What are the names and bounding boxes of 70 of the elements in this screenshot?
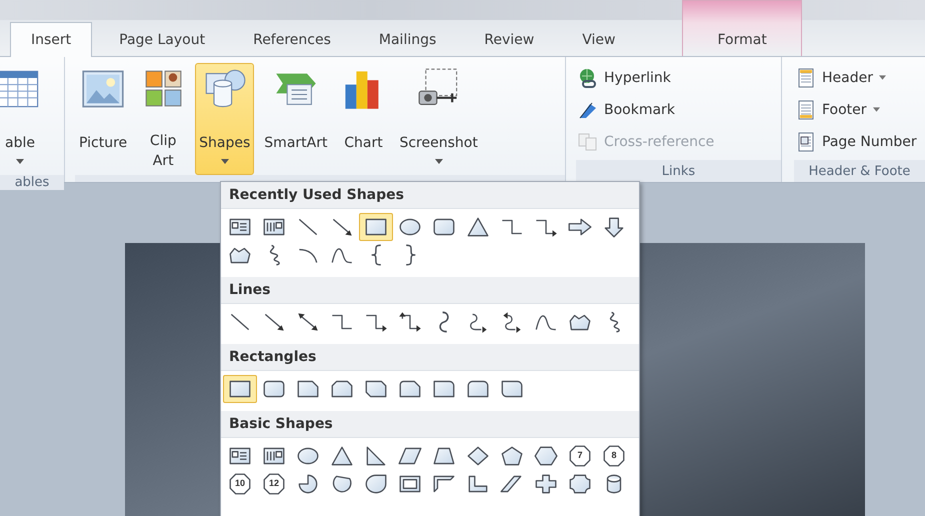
ribbon-tab[interactable]: Format xyxy=(682,0,802,56)
group-label: ables xyxy=(14,175,50,190)
ribbon-tab[interactable]: Review xyxy=(463,23,556,56)
text-box-icon xyxy=(227,445,253,467)
ribbon-button[interactable]: Clip Art xyxy=(137,63,190,175)
polygon-icon xyxy=(567,445,593,467)
plaque-icon xyxy=(567,473,593,495)
elbow-double-arrow-icon xyxy=(397,311,423,333)
section-heading: Recently Used Shapes xyxy=(221,182,639,209)
shape-option[interactable] xyxy=(223,375,257,403)
ribbon-button[interactable]: Bookmark xyxy=(576,95,716,124)
right-arrow-icon xyxy=(567,216,593,238)
section-heading: Lines xyxy=(221,277,639,304)
cross-reference-icon xyxy=(578,132,598,152)
triangle-icon xyxy=(465,216,491,238)
trapezoid-icon xyxy=(431,445,457,467)
cross-icon xyxy=(533,473,559,495)
curved-connector-icon xyxy=(437,311,451,333)
ribbon-button[interactable]: Page Number xyxy=(794,127,919,156)
vertical-text-box-icon xyxy=(261,445,287,467)
ribbon-button[interactable]: Header xyxy=(794,63,919,92)
polygon-icon xyxy=(261,473,287,495)
ribbon-button[interactable]: able xyxy=(0,63,46,175)
rounded-rectangle-icon xyxy=(431,378,457,400)
globe-link-icon xyxy=(578,68,598,88)
polygon-icon xyxy=(601,445,627,467)
ribbon-tab[interactable]: Mailings xyxy=(358,23,458,56)
shape-option[interactable] xyxy=(359,213,393,241)
parallelogram-icon xyxy=(397,445,423,467)
hexagon-icon xyxy=(533,445,559,467)
oval-icon xyxy=(295,445,321,467)
rectangle-icon xyxy=(227,378,253,400)
ribbon-tab[interactable]: References xyxy=(232,23,352,56)
page-icon xyxy=(796,68,816,88)
polygon-icon xyxy=(227,473,253,495)
section-heading: Basic Shapes xyxy=(221,411,639,438)
section-heading: Rectangles xyxy=(221,344,639,371)
page-icon xyxy=(796,100,816,120)
ribbon-button[interactable]: Shapes xyxy=(195,63,254,175)
left-brace-icon xyxy=(370,244,382,266)
ribbon-tab[interactable]: Insert xyxy=(10,22,92,57)
ribbon-button[interactable]: Picture xyxy=(75,63,132,175)
ribbon-button[interactable]: Footer xyxy=(794,95,919,124)
ribbon-button[interactable]: Chart xyxy=(337,63,390,175)
diamond-icon xyxy=(465,445,491,467)
scribble-icon xyxy=(608,311,620,333)
ribbon-button[interactable]: SmartArt xyxy=(260,63,332,175)
ribbon-tab[interactable]: Page Layout xyxy=(98,23,226,56)
vertical-text-box-icon xyxy=(261,216,287,238)
shape-option[interactable]: 10 xyxy=(223,470,257,498)
triangle-icon xyxy=(329,445,355,467)
group-label: Header & Foote xyxy=(808,164,910,178)
ribbon-tab[interactable]: View xyxy=(561,23,636,56)
shape-option[interactable]: 12 xyxy=(257,470,291,498)
group-label: Links xyxy=(662,164,696,178)
shape-option[interactable]: 8 xyxy=(597,442,631,470)
rounded-rectangle-icon xyxy=(499,378,525,400)
page-number-icon xyxy=(796,132,816,152)
frame-icon xyxy=(397,473,423,495)
half-frame-icon xyxy=(431,473,457,495)
rectangle-icon xyxy=(363,216,389,238)
oval-icon xyxy=(397,216,423,238)
pentagon-icon xyxy=(499,445,525,467)
teardrop-icon xyxy=(363,473,389,495)
ribbon-button[interactable]: Screenshot xyxy=(395,63,482,175)
shape-option[interactable]: 7 xyxy=(563,442,597,470)
text-box-icon xyxy=(227,216,253,238)
ribbon-button[interactable]: Hyperlink xyxy=(576,63,716,92)
right-brace-icon xyxy=(404,244,416,266)
scribble-icon xyxy=(268,244,280,266)
